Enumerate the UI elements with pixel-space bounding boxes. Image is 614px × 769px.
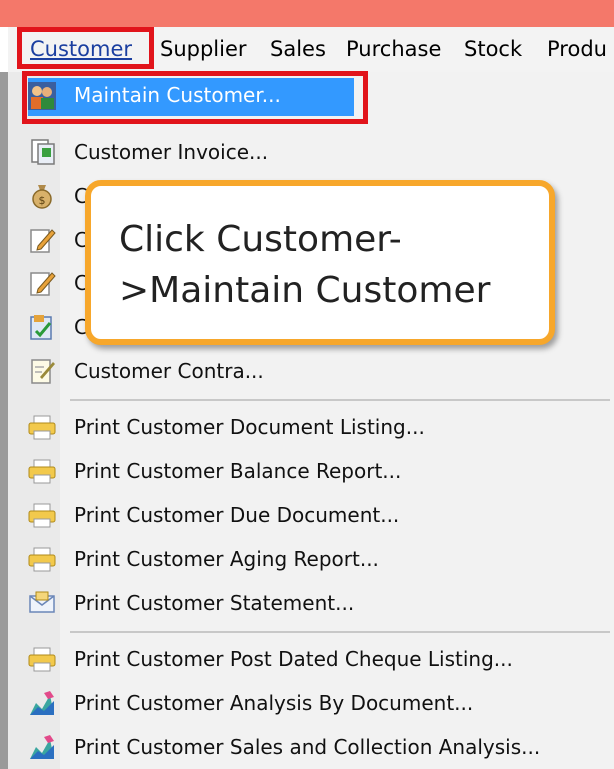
menu-produ[interactable]: Produ — [547, 35, 607, 63]
menu-item-customer-contra[interactable]: Customer Contra... — [28, 353, 614, 391]
money-bag-icon: $ — [28, 182, 56, 210]
menu-item-print-customer-balance-report[interactable]: Print Customer Balance Report... — [28, 453, 614, 491]
printer-icon — [28, 413, 56, 441]
svg-text:$: $ — [39, 194, 46, 207]
instruction-text: Click Customer- >Maintain Customer — [119, 219, 491, 311]
menu-separator — [70, 631, 610, 633]
menu-item-print-customer-sales-and-collection-analysis[interactable]: Print Customer Sales and Collection Anal… — [28, 729, 614, 767]
analysis-chart-icon — [28, 733, 56, 761]
menu-item-label: Print Customer Document Listing... — [74, 415, 425, 439]
menu-stock[interactable]: Stock — [464, 35, 522, 63]
pencil-note-icon — [28, 226, 56, 254]
edit-check-icon — [28, 313, 56, 341]
menu-item-print-customer-statement[interactable]: Print Customer Statement... — [28, 585, 614, 623]
printer-icon — [28, 501, 56, 529]
maintain-customer-highlight-box — [22, 71, 368, 124]
printer-icon — [28, 545, 56, 573]
pencil-note-icon — [28, 269, 56, 297]
contra-note-icon — [28, 357, 56, 385]
window-title-strip — [0, 0, 614, 27]
menu-item-label: Print Customer Statement... — [74, 591, 355, 615]
menu-item-label: Customer Invoice... — [74, 140, 269, 164]
menu-separator — [70, 399, 610, 401]
menu-item-label: Print Customer Balance Report... — [74, 459, 402, 483]
analysis-chart-icon — [28, 689, 56, 717]
menu-item-print-customer-document-listing[interactable]: Print Customer Document Listing... — [28, 409, 614, 447]
instruction-callout: Click Customer- >Maintain Customer — [85, 180, 555, 345]
menu-item-print-customer-post-dated-cheque-listing[interactable]: Print Customer Post Dated Cheque Listing… — [28, 641, 614, 679]
menu-item-label: Print Customer Due Document... — [74, 503, 400, 527]
menu-purchase[interactable]: Purchase — [346, 35, 441, 63]
left-window-edge — [0, 72, 8, 769]
customer-menu-highlight-box — [17, 27, 154, 69]
printer-icon — [28, 457, 56, 485]
menu-item-print-customer-due-document[interactable]: Print Customer Due Document... — [28, 497, 614, 535]
menu-item-label: Print Customer Analysis By Document... — [74, 691, 474, 715]
menu-item-print-customer-analysis-by-document[interactable]: Print Customer Analysis By Document... — [28, 685, 614, 723]
invoice-icon — [28, 138, 56, 166]
menu-item-label: Customer Contra... — [74, 359, 264, 383]
printer-icon — [28, 645, 56, 673]
envelope-icon — [28, 589, 56, 617]
menu-sales[interactable]: Sales — [270, 35, 326, 63]
menu-supplier[interactable]: Supplier — [160, 35, 247, 63]
menu-item-print-customer-aging-report[interactable]: Print Customer Aging Report... — [28, 541, 614, 579]
menu-item-label: Print Customer Aging Report... — [74, 547, 379, 571]
menu-item-customer-invoice[interactable]: Customer Invoice... — [28, 134, 614, 172]
menu-item-label: Print Customer Post Dated Cheque Listing… — [74, 647, 513, 671]
menu-item-label: Print Customer Sales and Collection Anal… — [74, 735, 541, 759]
